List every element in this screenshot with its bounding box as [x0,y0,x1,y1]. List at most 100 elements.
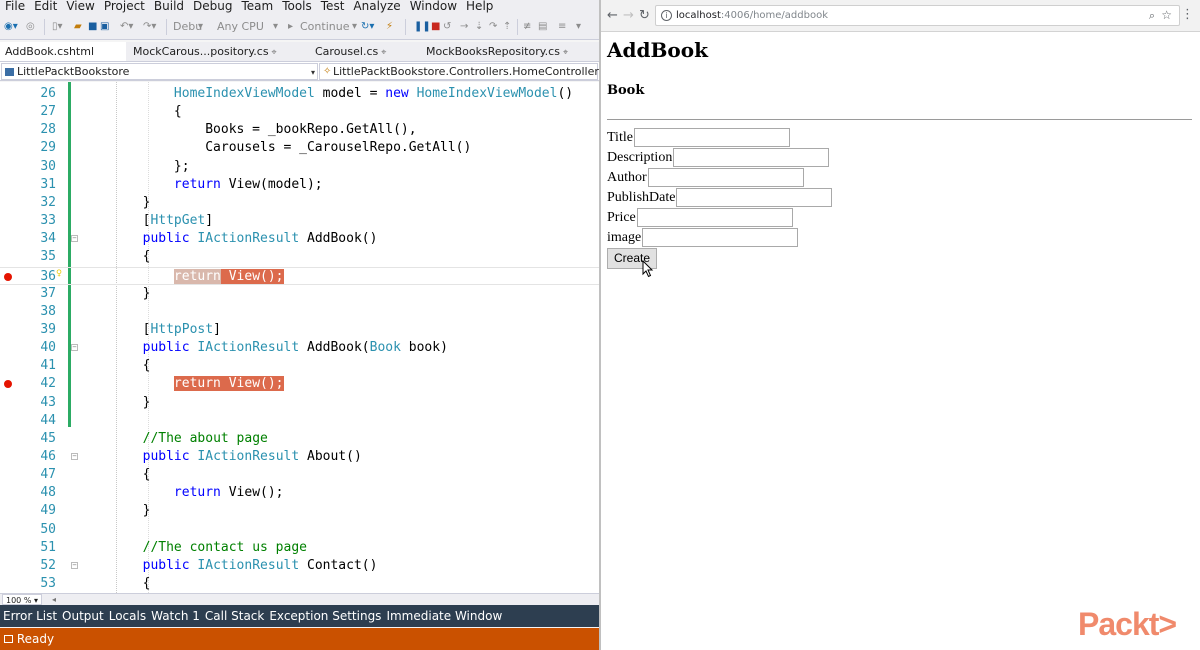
code-line[interactable]: 42 return View(); [0,375,599,393]
code-editor[interactable]: 26 HomeIndexViewModel model = new HomeIn… [0,82,599,593]
menu-window[interactable]: Window [405,0,461,13]
code-line[interactable]: 41 { [0,357,599,375]
back-nav-icon[interactable]: ◉▾ [4,21,18,33]
image-input[interactable] [642,228,799,247]
hex-display-icon[interactable]: ≢ [523,21,531,33]
menu-debug[interactable]: Debug [188,0,236,13]
class-dropdown[interactable]: ✧ LittlePacktBookstore.Controllers.HomeC… [319,63,599,80]
continue-button[interactable]: Continue [300,20,349,33]
code-line[interactable]: 36 ♀ return View(); [0,266,599,285]
stop-icon[interactable]: ■ [431,21,440,33]
code-line[interactable]: 51 //The contact us page [0,539,599,557]
comment-icon[interactable]: ▤ [538,21,547,33]
restart-debug-icon[interactable]: ↺ [443,21,451,33]
pin-icon[interactable]: ⌖ [272,48,277,58]
address-bar[interactable]: i localhost:4006/home/addbook ⌕ ☆ [655,5,1180,26]
chevron-down-icon[interactable]: ▾ [352,21,357,33]
menu-test[interactable]: Test [316,0,349,13]
code-line[interactable]: 33 [HttpGet] [0,212,599,230]
menu-analyze[interactable]: Analyze [348,0,404,13]
undo-icon[interactable]: ↶▾ [120,21,133,33]
code-line[interactable]: 38 [0,303,599,321]
tab-carousel-cs[interactable]: Carousel.cs ⌖ [315,42,415,61]
code-line[interactable]: 28 Books = _bookRepo.GetAll(), [0,121,599,139]
collapse-icon[interactable]: − [71,235,78,243]
tab-locals[interactable]: Locals [106,605,148,627]
code-line[interactable]: 44 [0,412,599,430]
breakpoint-icon[interactable] [4,272,12,281]
code-line[interactable]: 27 { [0,103,599,121]
open-folder-icon[interactable]: ▰ [74,21,82,33]
description-input[interactable] [673,148,830,167]
code-line[interactable]: 40 − public IActionResult AddBook(Book bo… [0,339,599,357]
tab-immediate-window[interactable]: Immediate Window [383,605,504,627]
project-dropdown[interactable]: LittlePacktBookstore ▾ [1,63,318,80]
show-next-statement-icon[interactable]: → [460,21,468,33]
pin-icon[interactable]: ⌖ [563,48,568,58]
code-line[interactable]: 53 { [0,575,599,593]
menu-tools[interactable]: Tools [277,0,316,13]
step-over-icon[interactable]: ↷ [489,21,497,33]
browser-menu-icon[interactable]: ⋮ [1181,8,1194,22]
code-line[interactable]: 29 Carousels = _CarouselRepo.GetAll() [0,139,599,157]
publishdate-input[interactable] [676,188,833,207]
menu-help[interactable]: Help [461,0,497,13]
tab-watch-1[interactable]: Watch 1 [148,605,202,627]
reload-icon[interactable]: ↻ [639,9,650,23]
tab-call-stack[interactable]: Call Stack [202,605,266,627]
tab-output[interactable]: Output [59,605,106,627]
info-icon[interactable]: i [661,10,672,21]
code-line[interactable]: 45 //The about page [0,430,599,448]
play-icon[interactable]: ▸ [288,21,293,33]
code-line[interactable]: 35 { [0,248,599,266]
platform-dropdown[interactable]: Any CPU [217,20,264,33]
browser-link-icon[interactable]: ⚡ [386,21,393,33]
lightbulb-icon[interactable]: ♀ [56,268,62,280]
chevron-down-icon[interactable]: ▾ [273,21,278,33]
pin-icon[interactable]: ⌖ [381,48,386,58]
code-line[interactable]: 47 { [0,466,599,484]
menu-view[interactable]: View [61,0,98,13]
step-out-icon[interactable]: ⇡ [503,21,511,33]
zoom-magnifier-icon[interactable]: ⌕ [1149,6,1155,25]
code-line[interactable]: 50 [0,521,599,539]
tab-exception-settings[interactable]: Exception Settings [266,605,383,627]
price-input[interactable] [636,208,793,227]
pause-icon[interactable]: ❚❚ [414,21,431,33]
redo-icon[interactable]: ↷▾ [143,21,156,33]
tab-addbook-cshtml[interactable]: AddBook.cshtml [0,42,126,61]
menu-file[interactable]: File [0,0,29,13]
code-line[interactable]: 46 − public IActionResult About() [0,448,599,466]
code-line[interactable]: 26 HomeIndexViewModel model = new HomeIn… [0,85,599,103]
forward-arrow-icon[interactable]: → [623,9,634,23]
collapse-icon[interactable]: − [71,561,78,569]
code-line[interactable]: 37 } [0,285,599,303]
scroll-left-icon[interactable]: ◂ [52,594,56,605]
code-line[interactable]: 52 − public IActionResult Contact() [0,557,599,575]
new-project-icon[interactable]: ▯▾ [52,21,63,33]
collapse-icon[interactable]: − [71,453,78,460]
menu-team[interactable]: Team [236,0,277,13]
code-line[interactable]: 30 }; [0,158,599,176]
menu-project[interactable]: Project [99,0,149,13]
format-icon[interactable]: ≡ [558,21,566,33]
tab-error-list[interactable]: Error List [0,605,59,627]
code-line[interactable]: 32 } [0,194,599,212]
menu-build[interactable]: Build [149,0,188,13]
code-line[interactable]: 34 − public IActionResult AddBook() [0,230,599,248]
code-line[interactable]: 31 return View(model); [0,176,599,194]
save-icon[interactable]: ■ [88,21,97,33]
breakpoint-icon[interactable] [4,380,12,389]
restart-icon[interactable]: ↻▾ [361,21,374,33]
menu-edit[interactable]: Edit [29,0,61,13]
toolbar-overflow-icon[interactable]: ▾ [576,21,581,33]
tab-mockcarousel-repository[interactable]: MockCarous...pository.cs ⌖ [133,42,303,61]
code-line[interactable]: 49 } [0,502,599,520]
save-all-icon[interactable]: ▣ [100,21,109,33]
code-line[interactable]: 48 return View(); [0,484,599,502]
code-line[interactable]: 39 [HttpPost] [0,321,599,339]
forward-nav-icon[interactable]: ◎ [26,21,35,33]
author-input[interactable] [647,168,804,187]
zoom-level-dropdown[interactable]: 100 % ▾ [2,594,42,605]
back-arrow-icon[interactable]: ← [607,9,618,23]
